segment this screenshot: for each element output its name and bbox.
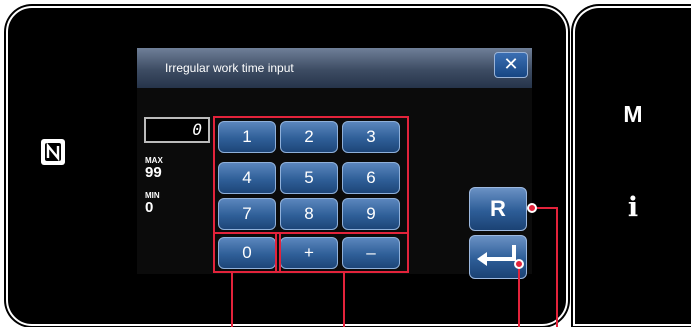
dialog-title: Irregular work time input <box>165 61 294 75</box>
reset-button[interactable]: R <box>469 187 527 231</box>
zero-key-callout <box>213 232 281 273</box>
side-panel <box>573 6 691 326</box>
callout-leader-keypad <box>231 273 233 327</box>
min-value: 0 <box>145 199 154 216</box>
reset-callout-dot <box>527 203 537 213</box>
reset-label: R <box>490 196 506 221</box>
max-value: 99 <box>145 164 162 181</box>
callout-leader-reset-v <box>556 207 558 327</box>
close-button[interactable]: ✕ <box>494 52 528 78</box>
nfc-icon <box>41 139 65 165</box>
info-button[interactable]: i <box>613 192 653 223</box>
plus-minus-callout <box>275 232 409 273</box>
callout-leader-enter <box>518 264 520 327</box>
m-mode-button[interactable]: M <box>613 101 653 128</box>
callout-leader-plus-minus <box>343 273 345 327</box>
enter-callout-dot <box>514 259 524 269</box>
value-display: 0 <box>144 117 210 143</box>
